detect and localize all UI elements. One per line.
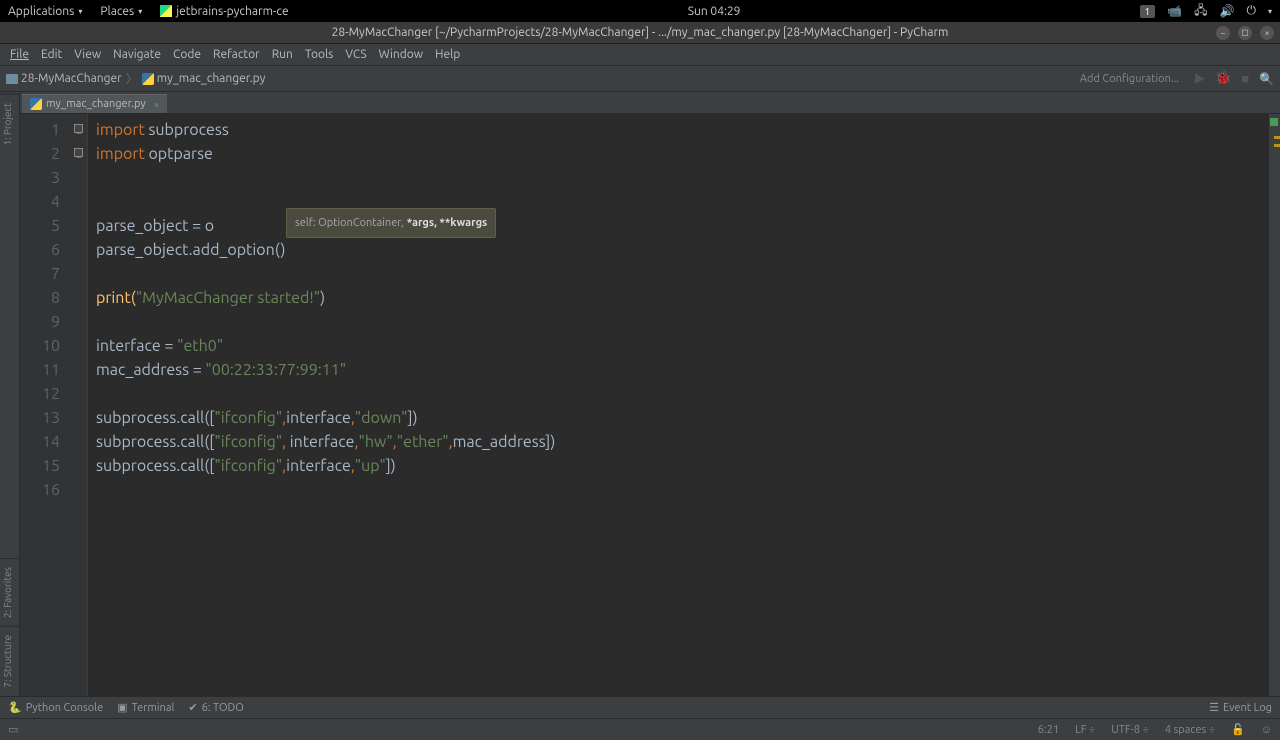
minimize-button[interactable]: − [1216, 26, 1230, 40]
fold-marker-icon[interactable] [74, 148, 83, 157]
menu-run[interactable]: Run [266, 48, 299, 61]
menu-edit[interactable]: Edit [35, 48, 68, 61]
stop-button: ■ [1241, 71, 1249, 86]
fold-gutter [70, 114, 88, 696]
analysis-ok-icon [1270, 118, 1278, 126]
editor-tabs: my_mac_changer.py × [20, 92, 1280, 114]
editor-tab[interactable]: my_mac_changer.py × [22, 94, 167, 113]
menu-code[interactable]: Code [167, 48, 207, 61]
volume-icon[interactable]: 🔊 [1220, 4, 1235, 18]
code-content[interactable]: import subprocess import optparse parse_… [88, 114, 1268, 696]
favorites-tool-tab[interactable]: 2: Favorites [0, 558, 19, 626]
menu-view[interactable]: View [68, 48, 107, 61]
breadcrumb[interactable]: 28-MyMacChanger 〉 my_mac_changer.py [6, 70, 265, 87]
python-console-tab[interactable]: 🐍 Python Console [8, 701, 103, 714]
close-button[interactable]: × [1260, 26, 1274, 40]
terminal-tab[interactable]: ▣ Terminal [117, 701, 174, 714]
python-file-icon [142, 73, 154, 85]
places-menu[interactable]: Places▾ [100, 5, 142, 18]
folder-icon [6, 74, 18, 84]
python-file-icon [30, 98, 42, 110]
desktop-top-bar: Applications▾ Places▾ jetbrains-pycharm-… [0, 0, 1280, 22]
warning-marker[interactable] [1274, 136, 1280, 139]
menu-file[interactable]: File [4, 48, 35, 61]
menu-window[interactable]: Window [373, 48, 429, 61]
navigation-bar: 28-MyMacChanger 〉 my_mac_changer.py Add … [0, 66, 1280, 92]
tab-filename: my_mac_changer.py [46, 98, 146, 110]
clock[interactable]: Sun 04:29 [289, 5, 1140, 18]
app-indicator[interactable]: jetbrains-pycharm-ce [160, 5, 288, 18]
fold-marker-icon[interactable] [74, 124, 83, 133]
menu-refactor[interactable]: Refactor [207, 48, 266, 61]
gutter-line-numbers: 1234 5678 9101112 13141516 [20, 114, 70, 696]
menu-navigate[interactable]: Navigate [107, 48, 167, 61]
menu-help[interactable]: Help [429, 48, 466, 61]
parameter-hint-tooltip: self: OptionContainer, *args, **kwargs [286, 208, 496, 238]
debug-button[interactable]: 🐞 [1215, 71, 1231, 86]
system-menu[interactable]: ▾ [1268, 7, 1272, 16]
run-button[interactable]: ▶ [1195, 71, 1205, 86]
left-tool-stripe: 1: Project 2: Favorites 7: Structure [0, 92, 20, 696]
bottom-tool-stripe: 🐍 Python Console ▣ Terminal ✔ 6: TODO ☰ … [0, 696, 1280, 718]
menu-tools[interactable]: Tools [299, 48, 340, 61]
structure-tool-tab[interactable]: 7: Structure [0, 626, 19, 696]
power-icon[interactable]: ⏻ [1246, 4, 1256, 18]
indent-settings[interactable]: 4 spaces ÷ [1165, 724, 1215, 736]
status-left-toggle[interactable]: ▭ [8, 723, 18, 736]
close-tab-icon[interactable]: × [154, 99, 160, 110]
add-configuration-button[interactable]: Add Configuration... [1074, 71, 1185, 87]
warning-marker[interactable] [1274, 144, 1280, 147]
workspace-indicator[interactable]: 1 [1140, 5, 1156, 18]
menu-vcs[interactable]: VCS [339, 48, 372, 61]
todo-tab[interactable]: ✔ 6: TODO [188, 701, 243, 714]
network-icon[interactable]: 🖧 [1194, 1, 1207, 22]
hector-icon[interactable]: ☺ [1261, 724, 1272, 736]
pycharm-icon [160, 5, 172, 17]
status-bar: ▭ 6:21 LF ÷ UTF-8 ÷ 4 spaces ÷ 🔓 ☺ [0, 718, 1280, 740]
code-editor[interactable]: 1234 5678 9101112 13141516 import subpro… [20, 114, 1280, 696]
readonly-lock-icon[interactable]: 🔓 [1231, 723, 1245, 736]
applications-menu[interactable]: Applications▾ [8, 5, 82, 18]
event-log-tab[interactable]: ☰ Event Log [1209, 701, 1272, 714]
search-everywhere-icon[interactable]: 🔍 [1259, 72, 1274, 86]
window-title: 28-MyMacChanger [~/PycharmProjects/28-My… [332, 26, 949, 39]
camera-icon[interactable]: 📹 [1167, 4, 1182, 18]
file-encoding[interactable]: UTF-8 ÷ [1111, 724, 1149, 736]
caret-position[interactable]: 6:21 [1038, 724, 1059, 736]
window-title-bar: 28-MyMacChanger [~/PycharmProjects/28-My… [0, 22, 1280, 44]
maximize-button[interactable]: ◻ [1238, 26, 1252, 40]
menu-bar: File Edit View Navigate Code Refactor Ru… [0, 44, 1280, 66]
project-tool-tab[interactable]: 1: Project [0, 94, 19, 154]
line-separator[interactable]: LF ÷ [1075, 724, 1095, 736]
error-stripe[interactable] [1268, 114, 1280, 696]
